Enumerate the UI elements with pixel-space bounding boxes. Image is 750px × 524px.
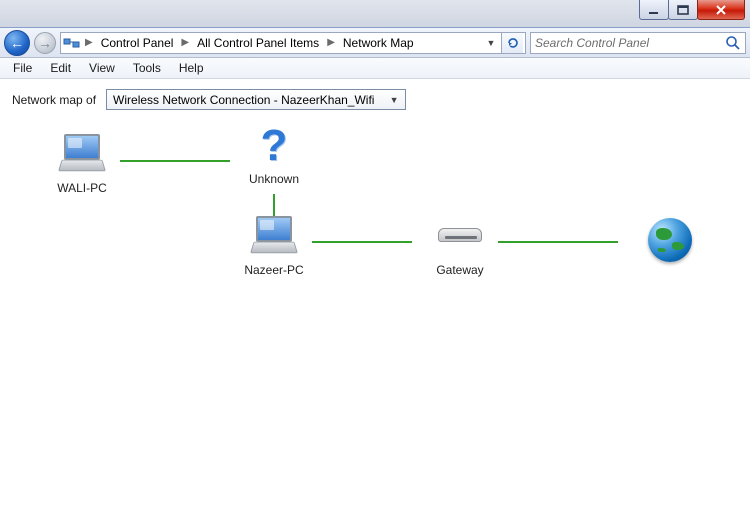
- question-icon: ?: [261, 121, 288, 170]
- search-input[interactable]: Search Control Panel: [530, 32, 746, 54]
- chevron-right-icon: ▶: [179, 37, 191, 48]
- chevron-right-icon: ▶: [83, 37, 95, 48]
- chevron-right-icon: ▶: [325, 37, 337, 48]
- close-button[interactable]: [697, 0, 745, 20]
- node-label: Nazeer-PC: [224, 263, 324, 277]
- address-bar[interactable]: ▶ Control Panel ▶ All Control Panel Item…: [60, 32, 526, 54]
- breadcrumb-control-panel[interactable]: Control Panel: [97, 36, 178, 50]
- computer-icon: [250, 216, 298, 256]
- node-label: Unknown: [224, 172, 324, 186]
- computer-icon: [58, 134, 106, 174]
- menu-edit[interactable]: Edit: [41, 59, 80, 77]
- node-internet[interactable]: [620, 218, 720, 269]
- search-icon: [725, 35, 741, 51]
- menu-bar: File Edit View Tools Help: [0, 58, 750, 79]
- forward-button[interactable]: →: [34, 32, 56, 54]
- network-icon: [63, 35, 81, 51]
- chevron-down-icon: ▼: [387, 95, 401, 105]
- menu-file[interactable]: File: [4, 59, 41, 77]
- navigation-bar: ← → ▶ Control Panel ▶ All Control Panel …: [0, 28, 750, 58]
- content-area: Network map of Wireless Network Connecti…: [0, 79, 750, 354]
- menu-help[interactable]: Help: [170, 59, 213, 77]
- refresh-icon: [506, 36, 520, 50]
- link-unknown-nazeer: [273, 194, 275, 218]
- connection-selected: Wireless Network Connection - NazeerKhan…: [113, 93, 387, 107]
- minimize-button[interactable]: [639, 0, 669, 20]
- network-map: WALI-PC ? Unknown Nazeer-PC Gateway: [12, 124, 738, 344]
- node-label: WALI-PC: [32, 181, 132, 195]
- address-dropdown-icon[interactable]: ▼: [483, 38, 499, 48]
- menu-view[interactable]: View: [80, 59, 124, 77]
- arrow-right-icon: →: [38, 36, 52, 50]
- back-button[interactable]: ←: [4, 30, 30, 56]
- node-nazeer-pc[interactable]: Nazeer-PC: [224, 216, 324, 277]
- node-wali-pc[interactable]: WALI-PC: [32, 134, 132, 195]
- node-unknown[interactable]: ? Unknown: [224, 124, 324, 186]
- maximize-button[interactable]: [668, 0, 698, 20]
- breadcrumb-all-items[interactable]: All Control Panel Items: [193, 36, 323, 50]
- connection-dropdown[interactable]: Wireless Network Connection - NazeerKhan…: [106, 89, 406, 110]
- window-titlebar: [0, 0, 750, 28]
- network-map-of-label: Network map of: [12, 93, 96, 107]
- refresh-button[interactable]: [501, 33, 523, 53]
- breadcrumb-network-map[interactable]: Network Map: [339, 36, 418, 50]
- link-gateway-internet: [498, 241, 618, 243]
- arrow-left-icon: ←: [10, 36, 24, 50]
- node-label: Gateway: [410, 263, 510, 277]
- menu-tools[interactable]: Tools: [124, 59, 170, 77]
- router-icon: [436, 220, 484, 248]
- link-wali-unknown: [120, 160, 230, 162]
- search-placeholder: Search Control Panel: [535, 36, 725, 50]
- node-gateway[interactable]: Gateway: [410, 220, 510, 277]
- link-nazeer-gateway: [312, 241, 412, 243]
- globe-icon: [648, 218, 692, 262]
